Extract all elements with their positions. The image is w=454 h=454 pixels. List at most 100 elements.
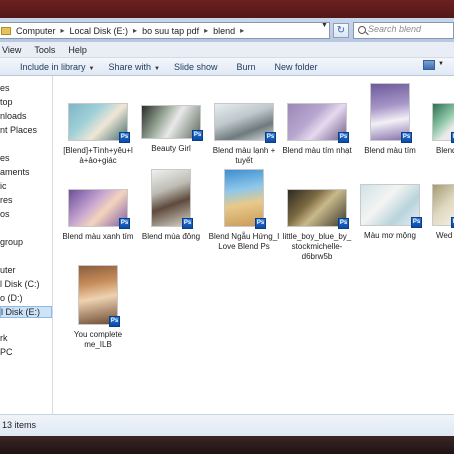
thumbnail: Ps [287,189,349,229]
thumbnail: Ps [287,103,349,143]
photoshop-icon: Ps [255,218,266,229]
share-with-button[interactable]: Share with ▼ [108,62,159,72]
chevron-right-icon[interactable]: ▸ [240,26,244,35]
nav-item-pc[interactable]: PC [0,346,52,358]
button-label: Include in library [20,61,86,72]
thumbnail: Ps [68,103,130,143]
taskbar [0,436,454,454]
nav-item-documents[interactable]: aments [0,166,52,178]
file-item[interactable]: Ps Blend màu tím [354,83,426,156]
search-icon [358,26,366,34]
photoshop-icon: Ps [338,218,349,229]
menu-tools[interactable]: Tools [34,45,55,55]
file-item[interactable]: Ps Wed [420,184,454,241]
chevron-right-icon[interactable]: ▸ [133,26,137,35]
burn-button[interactable]: Burn [237,62,256,72]
file-item[interactable]: Ps Blend màu xanh tím [62,189,134,242]
photoshop-icon: Ps [265,132,276,143]
file-item[interactable]: Ps little_boy_blue_by_stockmichelle-d6br… [281,189,353,262]
nav-item-pictures[interactable]: res [0,194,52,206]
navigation-pane: es top nloads nt Places es aments ic res… [0,76,53,414]
nav-item-libraries[interactable]: es [0,152,52,164]
nav-item-disk-e[interactable]: l Disk (E:) [0,306,52,318]
file-name: Blend mùa đông [141,232,201,241]
file-name: little_boy_blue_by_stockmichelle-d6brw5b [282,232,352,261]
breadcrumb-local-disk[interactable]: Local Disk (E:) [70,26,129,36]
nav-item-disk-c[interactable]: l Disk (C:) [0,278,52,290]
thumbnail: Ps [214,103,276,143]
menu-bar: View Tools Help [0,42,454,58]
menu-help[interactable]: Help [68,45,87,55]
nav-item-downloads[interactable]: nloads [0,110,52,122]
view-dropdown-icon[interactable]: ▼ [438,61,444,67]
button-label: Share with [108,61,152,72]
photoshop-icon: Ps [182,218,193,229]
photoshop-icon: Ps [338,132,349,143]
file-item[interactable]: Ps Blend mùa đông [135,169,207,242]
nav-item-homegroup[interactable]: group [0,236,52,248]
file-name: Blend Ngẫu Hứng_I Love Blend Ps [208,232,280,251]
file-item[interactable]: Ps Màu mơ mộng [354,184,426,241]
file-name: Blend màu tím nhạt [282,146,352,155]
chevron-right-icon[interactable]: ▸ [61,26,65,35]
thumbnail: Ps [432,103,454,143]
menu-view[interactable]: View [2,45,21,55]
breadcrumb-bo-suu-tap[interactable]: bo suu tap pdf [142,26,199,36]
thumbnail: Ps [432,184,454,228]
explorer-window: Computer ▸ Local Disk (E:) ▸ bo suu tap … [0,0,454,454]
crumb-label: bo suu tap pdf [142,25,200,36]
photoshop-icon: Ps [119,218,130,229]
thumbnail: Ps [224,169,266,229]
thumbnail: Ps [78,265,120,327]
new-folder-button[interactable]: New folder [275,62,318,72]
nav-item-disk-d[interactable]: o (D:) [0,292,52,304]
file-item[interactable]: Ps Beauty Girl [135,105,207,154]
file-item[interactable]: Ps Blend màu tím nhạt [281,103,353,156]
command-bar: Include in library ▼ Share with ▼ Slide sh… [0,58,454,76]
photoshop-icon: Ps [192,130,203,141]
nav-item-favorites[interactable]: es [0,82,52,94]
breadcrumb-computer[interactable]: Computer [16,26,56,36]
thumbnail: Ps [370,83,412,143]
thumbnail: Ps [360,184,422,228]
file-name: Blend [436,146,454,155]
include-in-library-button[interactable]: Include in library ▼ [20,62,94,72]
file-item[interactable]: Ps Blend Ngẫu Hứng_I Love Blend Ps [208,169,280,252]
photoshop-icon: Ps [401,132,412,143]
file-item[interactable]: Ps You complete me_ILB [62,265,134,350]
title-bar [0,0,454,18]
crumb-label: Local Disk (E:) [69,25,129,36]
chevron-down-icon: ▼ [88,65,95,72]
nav-item-videos[interactable]: os [0,208,52,220]
address-dropdown-icon[interactable]: ▼ [321,22,328,29]
file-name: You complete me_ILB [73,330,123,349]
file-item[interactable]: Ps [Blend]+Tình+yêu+là+ảo+giác [62,103,134,166]
file-list: Ps [Blend]+Tình+yêu+là+ảo+giác Ps Beauty… [53,76,454,414]
item-count: 13 items [2,420,37,430]
button-label: New folder [274,61,318,72]
nav-item-computer[interactable]: uter [0,264,52,276]
file-item[interactable]: Ps Blend [420,103,454,156]
change-view-button[interactable] [423,60,435,70]
file-name: Blend màu tím [364,146,416,155]
file-name: Beauty Girl [151,144,191,153]
thumbnail: Ps [151,169,193,229]
file-name: Blend màu lạnh + tuyết [212,146,276,165]
address-bar[interactable]: Computer ▸ Local Disk (E:) ▸ bo suu tap … [0,22,330,39]
nav-item-desktop[interactable]: top [0,96,52,108]
crumb-label: Computer [16,25,56,36]
button-label: Burn [236,61,256,72]
chevron-right-icon[interactable]: ▸ [204,26,208,35]
nav-item-music[interactable]: ic [0,180,52,192]
breadcrumb-blend[interactable]: blend [213,26,235,36]
thumbnail: Ps [141,105,203,141]
status-bar: 13 items [0,414,454,436]
search-placeholder: Search blend [368,24,422,34]
photoshop-icon: Ps [119,132,130,143]
refresh-button[interactable]: ↻ [333,23,349,38]
nav-item-network[interactable]: rk [0,332,52,344]
slide-show-button[interactable]: Slide show [174,62,218,72]
nav-item-recent-places[interactable]: nt Places [0,124,52,136]
file-name: [Blend]+Tình+yêu+là+ảo+giác [63,146,133,165]
file-item[interactable]: Ps Blend màu lạnh + tuyết [208,103,280,166]
